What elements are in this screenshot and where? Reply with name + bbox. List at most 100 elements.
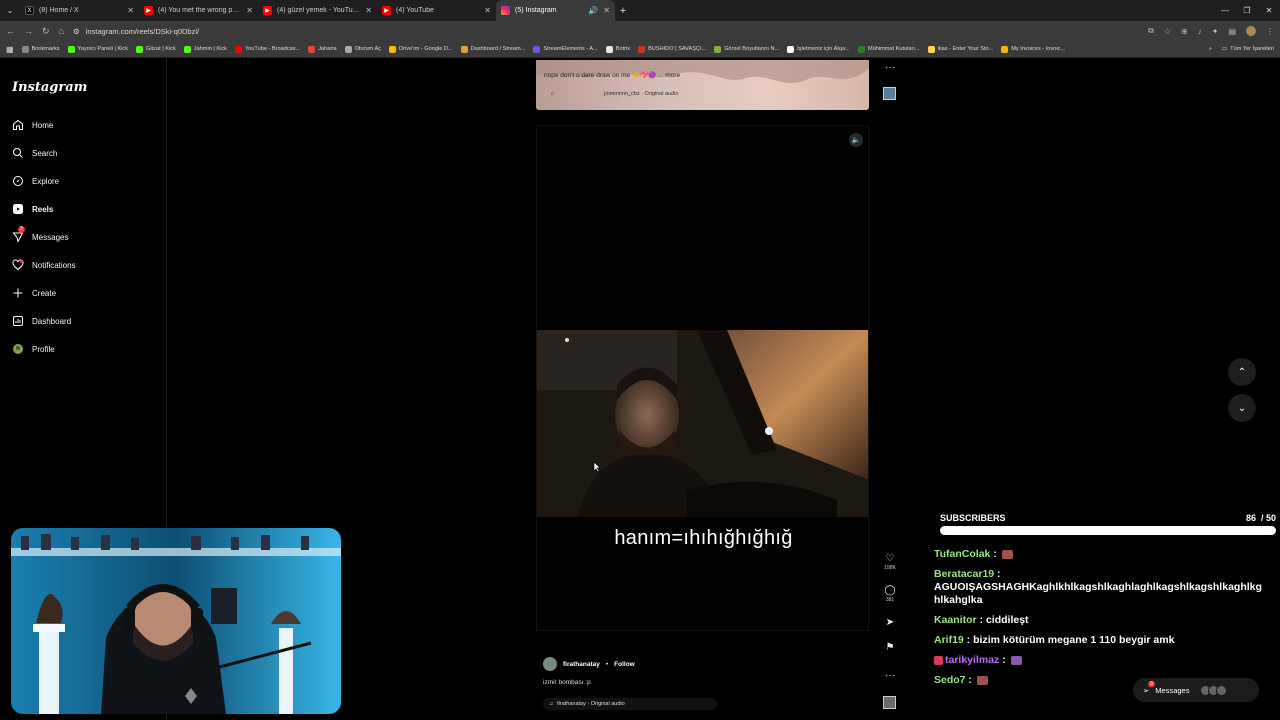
chat-message: TufanColak : — [934, 548, 1264, 561]
close-tab-icon[interactable]: ✕ — [484, 6, 491, 15]
bookmark-item[interactable]: Dashboard / Stream... — [460, 45, 525, 53]
bookmark-item[interactable]: Yayıncı Paneli | Kick — [67, 45, 128, 53]
site-icon — [857, 45, 865, 53]
reel-caption: izmir bombası :p — [543, 679, 591, 686]
follow-button[interactable]: Follow — [614, 661, 635, 668]
reel-more-options-icon[interactable]: ··· — [880, 670, 900, 681]
speaker-icon[interactable]: 🔊 — [588, 6, 598, 15]
browser-tab-bar: ⌄ X (8) Home / X ✕ ▶ (4) You met the wro… — [0, 0, 1280, 21]
tab-youtube-1[interactable]: ▶ (4) You met the wrong person. ✕ — [139, 0, 258, 21]
audio-thumbnail[interactable] — [883, 696, 896, 709]
previous-reel[interactable]: nope don't u dare draw on me 🤞💖🟣 ... mor… — [536, 60, 869, 110]
url-field[interactable]: ⚙ instagram.com/reels/DSki-q0Dbzl/ — [73, 24, 1139, 39]
previous-reel-image — [536, 60, 869, 84]
kick-icon — [136, 45, 144, 53]
sidebar-item-search[interactable]: Search — [12, 146, 57, 160]
chat-username: Arif19 — [934, 634, 964, 646]
media-icon[interactable]: ♪ — [1198, 27, 1202, 36]
new-tab-button[interactable]: + — [615, 5, 631, 17]
tab-search-icon[interactable]: ⌄ — [0, 0, 20, 21]
save-button[interactable]: ⚑ — [880, 642, 900, 653]
bookmark-item[interactable]: Drive'ım - Google D... — [389, 45, 453, 53]
reload-icon[interactable]: ↻ — [42, 26, 50, 37]
author-avatar[interactable] — [543, 657, 557, 671]
bookmark-item[interactable]: Görsel Boyutlarını N... — [714, 45, 779, 53]
volume-icon[interactable]: 🔈 — [849, 133, 863, 147]
close-window-icon[interactable]: ✕ — [1258, 6, 1280, 15]
sidebar-item-dashboard[interactable]: Dashboard — [12, 314, 71, 328]
globe-icon — [344, 45, 352, 53]
profile-avatar-icon[interactable] — [1246, 26, 1256, 36]
bookmark-item[interactable]: StreamElements - A... — [533, 45, 598, 53]
previous-audio-thumbnail[interactable] — [883, 87, 896, 100]
bookmark-item[interactable]: Jahmin | Kick — [183, 45, 227, 53]
chat-message: tarikyilmaz : — [934, 654, 1264, 667]
stream-chat: TufanColak : Beratacar19 : AGUOIŞAGSHAGH… — [934, 548, 1264, 694]
previous-reel-button[interactable]: ⌃ — [1228, 358, 1256, 386]
like-button[interactable]: ♡ 198K — [880, 553, 900, 571]
close-tab-icon[interactable]: ✕ — [246, 6, 253, 15]
tab-x-home[interactable]: X (8) Home / X ✕ — [20, 0, 139, 21]
bookmark-item[interactable]: Oturum Aç — [344, 45, 381, 53]
driver-video-image — [537, 330, 868, 517]
tab-youtube-2[interactable]: ▶ (4) güzel yemek - YouTube ✕ — [258, 0, 377, 21]
close-tab-icon[interactable]: ✕ — [127, 6, 134, 15]
bookmark-star-icon[interactable]: ☆ — [1164, 27, 1171, 36]
puzzle-icon[interactable]: ✦ — [1212, 27, 1219, 36]
youtube-icon: ▶ — [263, 6, 272, 15]
all-bookmarks[interactable]: ▭ Tüm Yer İşaretleri — [1222, 46, 1274, 52]
reel-audio-link[interactable]: ♫ firathanatay · Original audio — [543, 698, 717, 710]
heart-icon: ♡ — [885, 553, 895, 564]
messages-floating-button[interactable]: ➢ 3 Messages — [1133, 678, 1259, 702]
chevron-right-icon[interactable]: » — [1209, 46, 1212, 52]
extension-icon[interactable]: ⊕ — [1181, 27, 1188, 36]
site-icon — [1001, 45, 1009, 53]
close-tab-icon[interactable]: ✕ — [365, 6, 372, 15]
tab-youtube-3[interactable]: ▶ (4) YouTube ✕ — [377, 0, 496, 21]
site-info-icon[interactable]: ⚙ — [73, 27, 80, 36]
bookmark-item[interactable]: YouTube - Broadcas... — [234, 45, 300, 53]
bookmark-item[interactable]: İşletmeniz için Alışv... — [787, 45, 850, 53]
minimize-icon[interactable]: — — [1214, 6, 1236, 15]
menu-dots-icon[interactable]: ⋮ — [1266, 27, 1274, 36]
tab-instagram[interactable]: (5) Instagram 🔊 ✕ — [496, 0, 615, 21]
sidebar-item-profile[interactable]: Profile — [12, 342, 55, 356]
reel-video-frame[interactable] — [537, 330, 868, 517]
folder-icon: ▭ — [1221, 46, 1228, 52]
home-page-icon[interactable]: ⌂ — [59, 26, 64, 36]
share-button[interactable]: ➤ — [880, 617, 900, 628]
sidebar-item-explore[interactable]: Explore — [12, 174, 59, 188]
instagram-logo[interactable]: Instagram — [12, 80, 87, 95]
bookmark-icon: ⚑ — [885, 642, 895, 653]
restore-icon[interactable]: ❐ — [1236, 6, 1258, 15]
sidebar-item-messages[interactable]: 3 Messages — [12, 226, 68, 244]
close-tab-icon[interactable]: ✕ — [603, 6, 610, 15]
bookmark-item[interactable]: BUSHIDO | SAVAŞÇI... — [638, 45, 706, 53]
sidebar-item-home[interactable]: Home — [12, 118, 53, 132]
next-reel-button[interactable]: ⌄ — [1228, 394, 1256, 422]
bookmark-item[interactable]: Jaharia — [308, 45, 337, 53]
reel-video-player[interactable]: 🔈 hanım=ıhıhığhığhığ — [536, 126, 869, 631]
bookmark-item[interactable]: My Invoices - Invoic... — [1001, 45, 1065, 53]
sidebar-item-notifications[interactable]: Notifications — [12, 258, 76, 272]
chevron-up-icon: ⌃ — [1237, 366, 1247, 378]
bookmark-item[interactable]: Botrix — [605, 45, 630, 53]
comment-button[interactable]: ◯ 381 — [880, 585, 900, 603]
bookmark-item[interactable]: Gitzat | Kick — [136, 45, 176, 53]
sidebar-item-create[interactable]: Create — [12, 286, 56, 300]
forward-icon[interactable]: → — [24, 26, 33, 36]
back-icon[interactable]: ← — [6, 26, 15, 36]
chat-message: Kaanitor : ciddileşt — [934, 614, 1029, 626]
share-icon: ➤ — [885, 617, 895, 628]
author-username[interactable]: firathanatay — [563, 661, 600, 668]
bookmark-item[interactable]: Bookmarks — [21, 45, 60, 53]
sidepanel-icon[interactable]: ▤ — [1228, 27, 1236, 36]
bookmark-item[interactable]: ikas - Enter Your Sto... — [927, 45, 993, 53]
screen: ⌄ X (8) Home / X ✕ ▶ (4) You met the wro… — [0, 0, 1280, 720]
install-app-icon[interactable]: ⧉ — [1148, 26, 1154, 36]
sidebar-item-reels[interactable]: Reels — [12, 202, 53, 216]
apps-grid-icon[interactable]: ▦ — [6, 45, 14, 54]
previous-reel-audio[interactable]: ♫ jinnnnnnn_cbz · Original audio — [550, 91, 678, 97]
notification-badge: 3 — [18, 226, 25, 233]
more-options-icon[interactable]: ··· — [880, 62, 900, 73]
